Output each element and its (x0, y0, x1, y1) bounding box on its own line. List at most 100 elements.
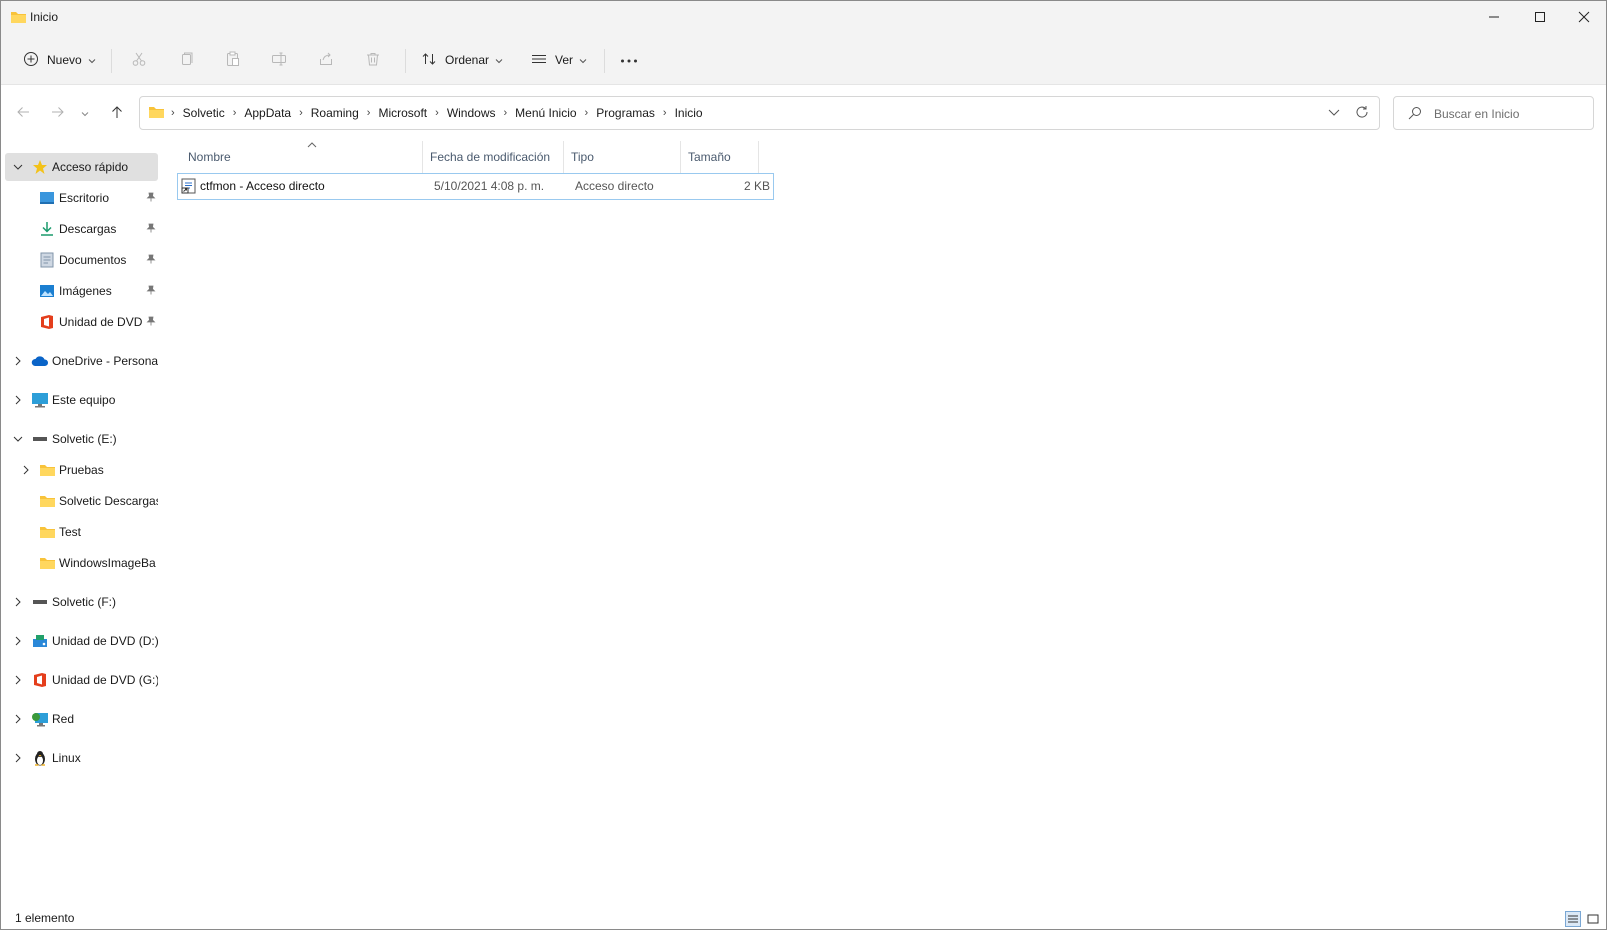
crumb-windows[interactable]: Windows (441, 106, 502, 120)
view-button[interactable]: Ver (525, 44, 593, 76)
delete-button[interactable] (353, 44, 393, 76)
copy-icon (178, 51, 194, 70)
address-history-dropdown[interactable] (1327, 105, 1341, 122)
crumb-appdata[interactable]: AppData (238, 106, 297, 120)
crumb-menu-inicio[interactable]: Menú Inicio (509, 106, 582, 120)
chevron-down-icon[interactable] (11, 432, 25, 446)
sort-label: Ordenar (445, 53, 490, 67)
nav-item-solvetic-descargas[interactable]: Solvetic Descargas (5, 487, 158, 515)
chevron-right-icon[interactable]: › (297, 107, 305, 119)
nav-item-pictures[interactable]: Imágenes (5, 277, 158, 305)
refresh-icon[interactable] (1355, 105, 1369, 122)
nav-label: Este equipo (52, 393, 116, 407)
network-icon (31, 710, 49, 728)
nav-label: Unidad de DVD (59, 315, 143, 329)
chevron-right-icon[interactable] (11, 354, 25, 368)
paste-button[interactable] (213, 44, 253, 76)
crumb-programas[interactable]: Programas (590, 106, 661, 120)
pin-icon[interactable] (146, 222, 156, 236)
share-icon (318, 51, 334, 70)
pin-icon[interactable] (146, 315, 156, 329)
nav-item-dvd-d[interactable]: Unidad de DVD (D:) (5, 627, 158, 655)
nav-item-pruebas[interactable]: Pruebas (5, 456, 158, 484)
folder-icon (38, 554, 56, 572)
chevron-right-icon[interactable] (11, 751, 25, 765)
chevron-right-icon[interactable] (19, 463, 33, 477)
chevron-down-icon (495, 53, 503, 67)
address-bar[interactable]: › Solvetic › AppData › Roaming › Microso… (139, 96, 1380, 130)
chevron-right-icon[interactable]: › (433, 107, 441, 119)
chevron-right-icon[interactable]: › (661, 107, 669, 119)
minimize-button[interactable] (1471, 1, 1517, 33)
new-label: Nuevo (47, 53, 82, 67)
chevron-right-icon[interactable]: › (583, 107, 591, 119)
nav-label: Linux (52, 751, 81, 765)
navigation-pane: Acceso rápido Escritorio Descargas Docum… (1, 141, 161, 901)
nav-label: Solvetic (F:) (52, 595, 117, 609)
details-view-icon[interactable] (1565, 911, 1581, 927)
nav-item-windowsimagebackup[interactable]: WindowsImageBa (5, 549, 158, 577)
chevron-right-icon[interactable] (11, 673, 25, 687)
shortcut-file-icon (181, 178, 197, 197)
table-row[interactable]: ctfmon - Acceso directo 5/10/2021 4:08 p… (177, 173, 774, 200)
cut-button[interactable] (119, 44, 159, 76)
nav-item-dvd-drive[interactable]: Unidad de DVD (5, 308, 158, 336)
chevron-down-icon (88, 53, 96, 67)
recent-locations-button[interactable] (75, 99, 95, 127)
nav-item-linux[interactable]: Linux (5, 744, 158, 772)
nav-item-drive-f[interactable]: Solvetic (F:) (5, 588, 158, 616)
crumb-solvetic[interactable]: Solvetic (177, 106, 231, 120)
tiles-view-icon[interactable] (1585, 911, 1601, 927)
column-header-name[interactable]: Nombre (181, 141, 423, 173)
pin-icon[interactable] (146, 191, 156, 205)
crumb-inicio[interactable]: Inicio (669, 106, 709, 120)
nav-item-network[interactable]: Red (5, 705, 158, 733)
up-button[interactable] (103, 99, 131, 127)
folder-icon (10, 10, 27, 27)
search-placeholder: Buscar en Inicio (1434, 107, 1520, 121)
crumb-roaming[interactable]: Roaming (305, 106, 365, 120)
sort-button[interactable]: Ordenar (415, 44, 509, 76)
nav-item-dvd-g[interactable]: Unidad de DVD (G:) (5, 666, 158, 694)
back-button[interactable] (9, 99, 37, 127)
column-header-type[interactable]: Tipo (564, 141, 681, 173)
new-button[interactable]: Nuevo (17, 44, 102, 76)
share-button[interactable] (306, 44, 346, 76)
column-header-modified[interactable]: Fecha de modificación (423, 141, 564, 173)
nav-item-downloads[interactable]: Descargas (5, 215, 158, 243)
view-toggle (1565, 911, 1601, 927)
column-header-size[interactable]: Tamaño (681, 141, 759, 173)
pin-icon[interactable] (146, 253, 156, 267)
search-input[interactable]: Buscar en Inicio (1393, 96, 1594, 130)
maximize-button[interactable] (1517, 1, 1563, 33)
folder-icon (148, 105, 165, 122)
nav-item-desktop[interactable]: Escritorio (5, 184, 158, 212)
close-button[interactable] (1561, 1, 1607, 33)
nav-item-quick-access[interactable]: Acceso rápido (5, 153, 158, 181)
chevron-right-icon[interactable]: › (502, 107, 510, 119)
nav-item-drive-e[interactable]: Solvetic (E:) (5, 425, 158, 453)
chevron-right-icon[interactable] (11, 712, 25, 726)
chevron-right-icon[interactable] (11, 595, 25, 609)
folder-icon (38, 461, 56, 479)
rename-button[interactable] (259, 44, 299, 76)
more-options-button[interactable] (609, 44, 649, 76)
chevron-right-icon[interactable] (11, 393, 25, 407)
chevron-right-icon[interactable]: › (231, 107, 239, 119)
nav-item-this-pc[interactable]: Este equipo (5, 386, 158, 414)
nav-item-documents[interactable]: Documentos (5, 246, 158, 274)
chevron-right-icon[interactable] (11, 634, 25, 648)
chevron-right-icon[interactable]: › (365, 107, 373, 119)
nav-label: Imágenes (59, 284, 112, 298)
crumb-microsoft[interactable]: Microsoft (372, 106, 433, 120)
title-bar: Inicio (1, 1, 1606, 33)
copy-button[interactable] (166, 44, 206, 76)
nav-item-test[interactable]: Test (5, 518, 158, 546)
documents-icon (38, 251, 56, 269)
chevron-down-icon[interactable] (11, 160, 25, 174)
forward-button[interactable] (44, 99, 72, 127)
drive-icon (31, 430, 49, 448)
separator (111, 49, 112, 73)
nav-item-onedrive[interactable]: OneDrive - Personal (5, 347, 158, 375)
pin-icon[interactable] (146, 284, 156, 298)
